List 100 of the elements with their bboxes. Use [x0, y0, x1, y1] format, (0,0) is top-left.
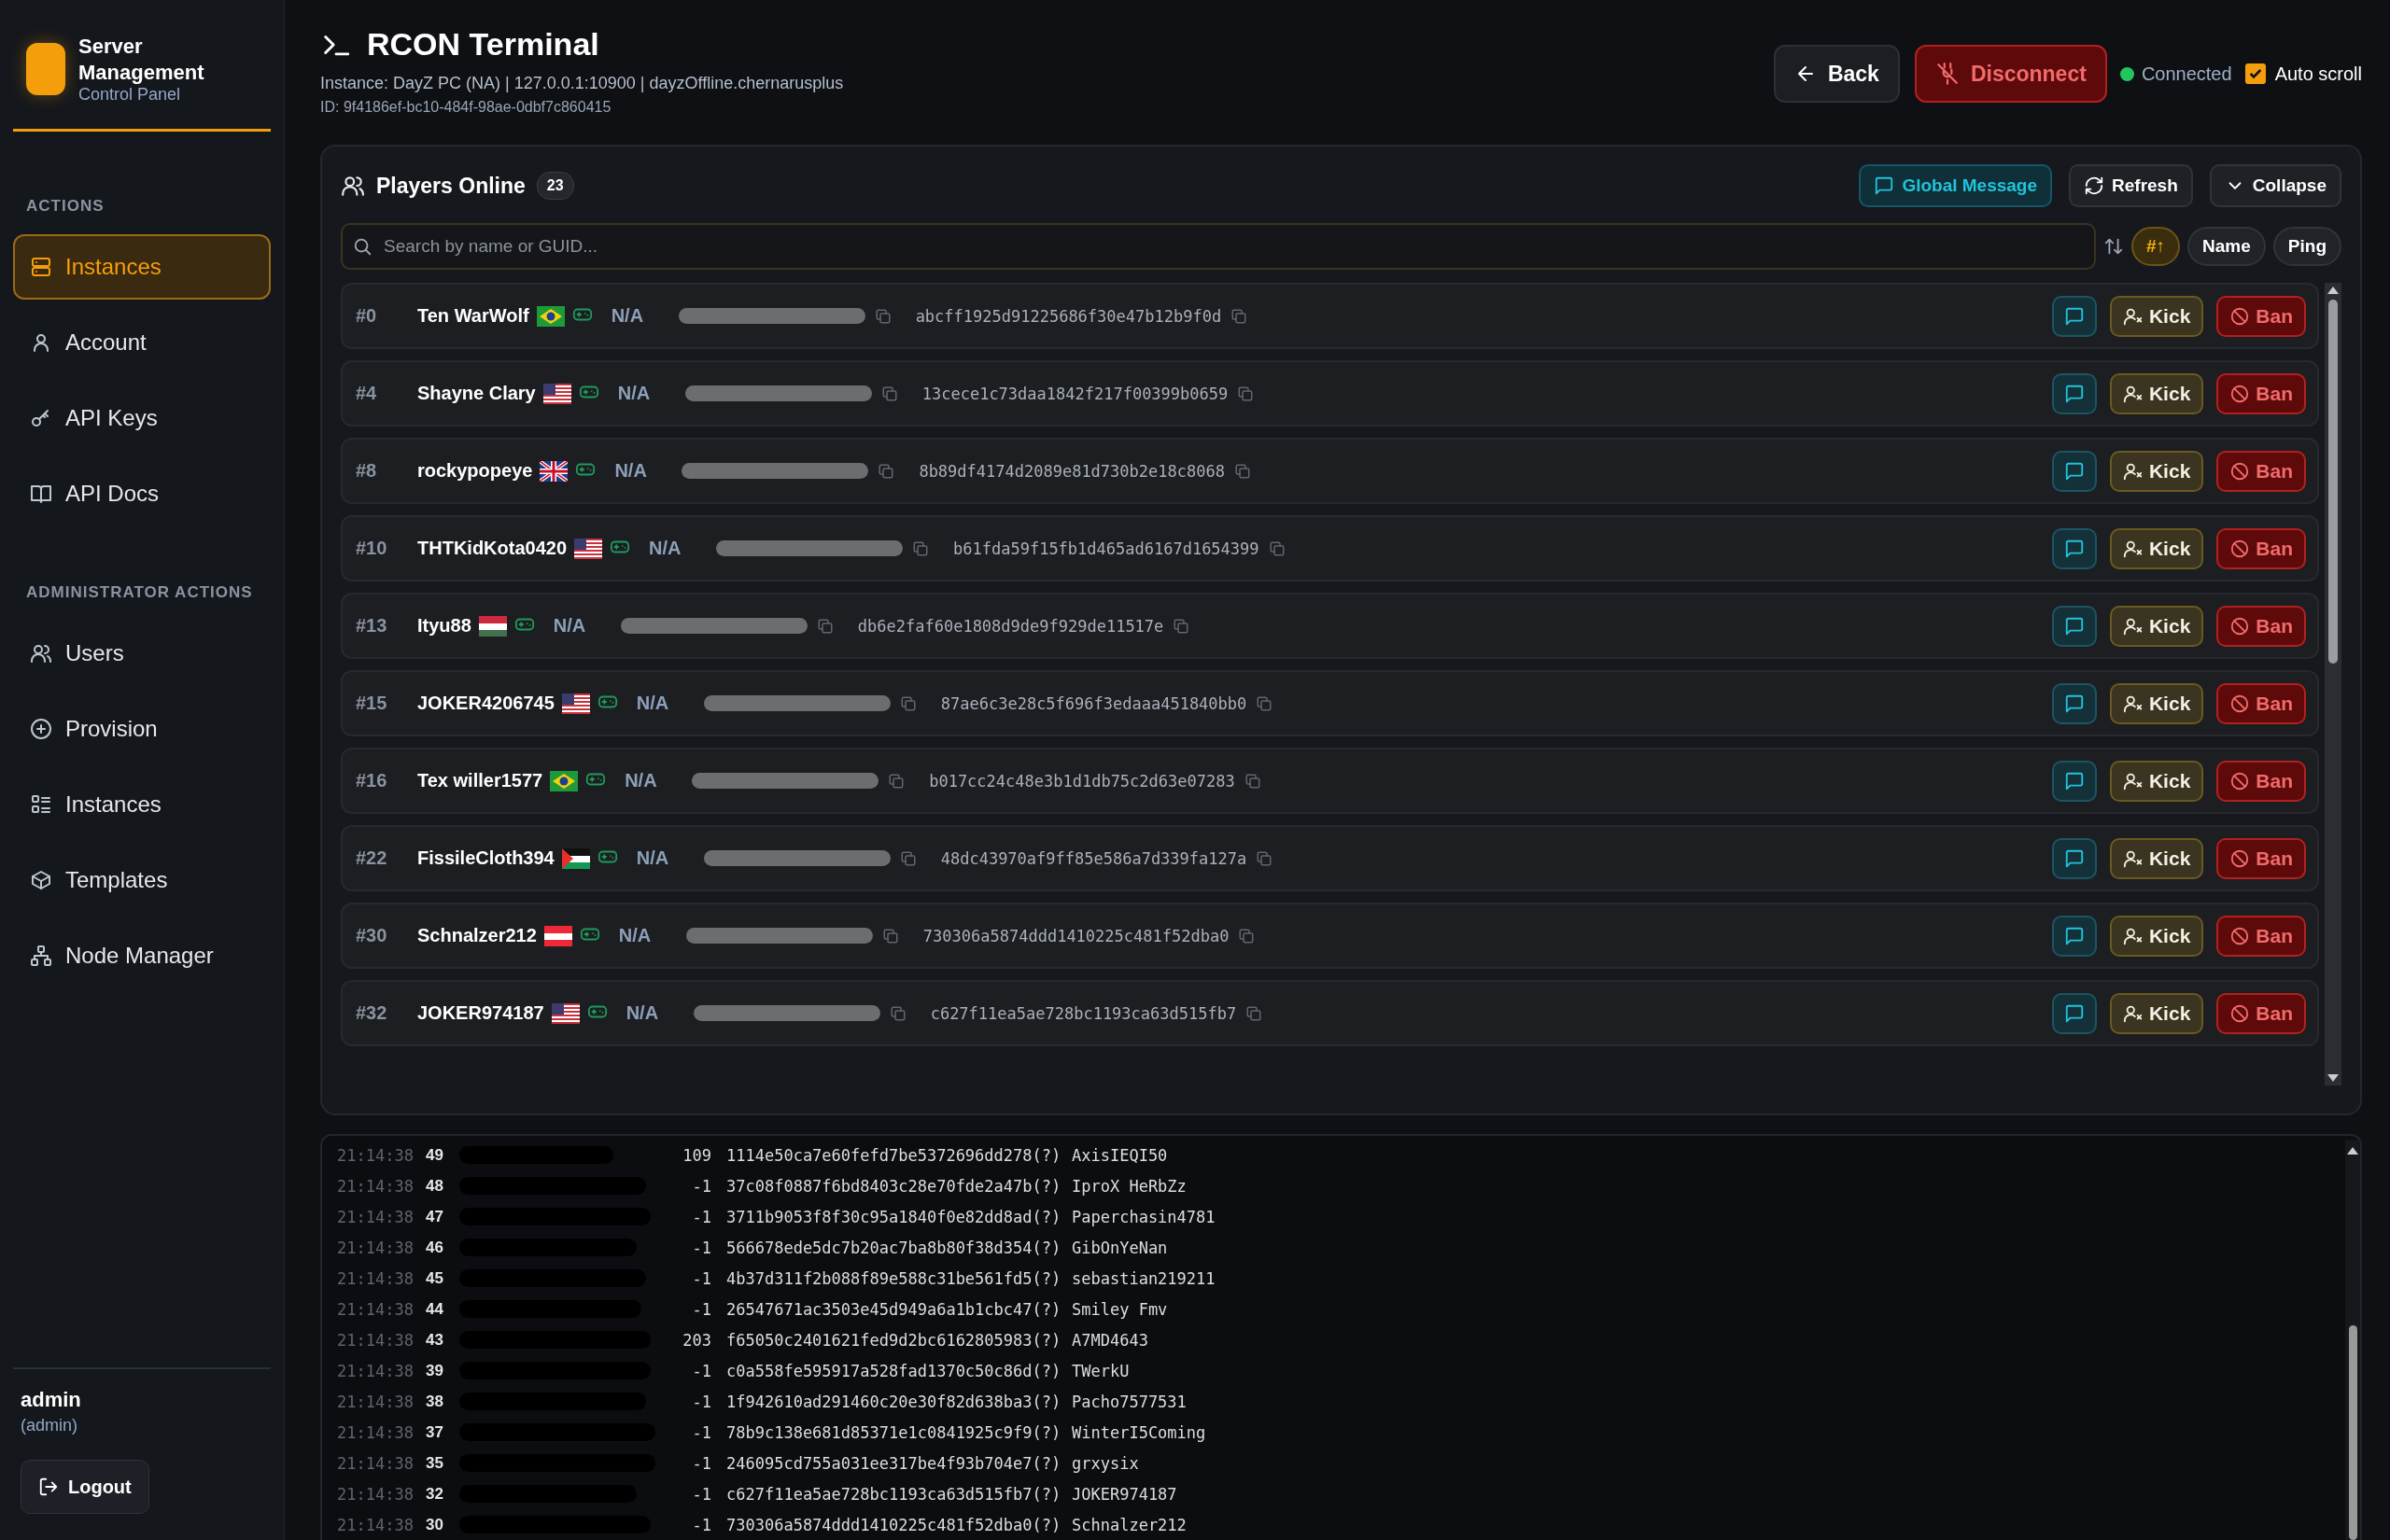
nav-item[interactable]: API Docs	[13, 461, 271, 526]
logout-button[interactable]: Logout	[21, 1460, 149, 1514]
flag-icon	[561, 847, 590, 869]
flag-icon	[561, 693, 590, 714]
player-ping: N/A	[649, 538, 682, 559]
list-icon	[30, 793, 52, 816]
auto-scroll-checkbox[interactable]	[2244, 63, 2266, 84]
log-player-name: Paperchasin4781	[1072, 1207, 1216, 1226]
copy-icon	[1238, 927, 1256, 945]
log-guid: c0a558fe595917a528fad1370c50c86d(?)	[726, 1361, 1062, 1380]
sort-icon	[2103, 236, 2124, 257]
nav-item[interactable]: Instances	[13, 234, 271, 300]
log-guid: 4b37d311f2b088f89e588c31be561fd5(?)	[726, 1268, 1062, 1288]
ban-button[interactable]: Ban	[2216, 837, 2306, 879]
ban-button[interactable]: Ban	[2216, 760, 2306, 802]
log-ping: 203	[682, 1330, 711, 1350]
log-index: 32	[426, 1484, 444, 1504]
player-ping: N/A	[636, 847, 670, 869]
log-player-name: IproX HeRbZz	[1072, 1176, 1187, 1196]
ban-button[interactable]: Ban	[2216, 605, 2306, 647]
message-button[interactable]	[2051, 915, 2097, 957]
message-icon	[2063, 538, 2085, 559]
ban-button[interactable]: Ban	[2216, 295, 2306, 337]
nav-item[interactable]: API Keys	[13, 385, 271, 451]
message-button[interactable]	[2051, 682, 2097, 724]
message-icon	[2063, 847, 2085, 869]
scrollbar[interactable]	[2345, 1140, 2360, 1540]
sort-button[interactable]: Ping	[2272, 227, 2341, 266]
log-player-name: AxisIEQI50	[1072, 1145, 1168, 1165]
ban-button[interactable]: Ban	[2216, 992, 2306, 1034]
message-button[interactable]	[2051, 605, 2097, 647]
message-icon	[1874, 175, 1895, 196]
log-time: 21:14:38	[337, 1453, 415, 1473]
refresh-button[interactable]: Refresh	[2069, 164, 2193, 207]
search-field[interactable]: Search by name or GUID...	[341, 223, 2096, 270]
nav-item[interactable]: Provision	[13, 696, 271, 762]
kick-button[interactable]: Kick	[2109, 837, 2204, 879]
ban-button[interactable]: Ban	[2216, 682, 2306, 724]
global-message-button[interactable]: Global Message	[1859, 164, 2053, 207]
player-id: #0	[356, 305, 378, 327]
ban-button[interactable]: Ban	[2216, 527, 2306, 569]
flag-icon	[574, 538, 603, 559]
player-ping: N/A	[611, 305, 645, 327]
log-player-name: WinterI5Coming	[1072, 1422, 1206, 1442]
ban-icon	[2229, 460, 2251, 482]
copy-icon	[874, 307, 892, 325]
message-icon	[2063, 925, 2085, 946]
nav-item[interactable]: Users	[13, 621, 271, 686]
player-guid: b017cc24c48e3b1d1db75c2d63e07283	[929, 771, 1235, 791]
sort-button[interactable]: #↑	[2131, 227, 2181, 266]
disconnect-button[interactable]: Disconnect	[1914, 45, 2107, 103]
kick-button[interactable]: Kick	[2109, 760, 2204, 802]
logout-icon	[38, 1477, 59, 1497]
user-name: admin	[21, 1388, 82, 1412]
message-button[interactable]	[2051, 450, 2097, 492]
nav-item[interactable]: Instances	[13, 772, 271, 837]
message-button[interactable]	[2051, 837, 2097, 879]
log-player-name: Pacho7577531	[1072, 1392, 1187, 1411]
player-ping: N/A	[553, 615, 587, 637]
ban-button[interactable]: Ban	[2216, 450, 2306, 492]
copy-icon	[1244, 772, 1261, 790]
back-button[interactable]: Back	[1773, 45, 1900, 103]
kick-button[interactable]: Kick	[2109, 450, 2204, 492]
kick-button[interactable]: Kick	[2109, 992, 2204, 1034]
kick-button[interactable]: Kick	[2109, 295, 2204, 337]
kick-button[interactable]: Kick	[2109, 527, 2204, 569]
kick-button[interactable]: Kick	[2109, 915, 2204, 957]
message-button[interactable]	[2051, 372, 2097, 414]
ban-button[interactable]: Ban	[2216, 372, 2306, 414]
player-count: 23	[536, 172, 574, 200]
message-button[interactable]	[2051, 295, 2097, 337]
scrollbar[interactable]	[2325, 283, 2341, 1085]
message-button[interactable]	[2051, 760, 2097, 802]
nav-item[interactable]: Account	[13, 310, 271, 375]
log-guid: 730306a5874ddd1410225c481f52dba0(?)	[726, 1515, 1062, 1534]
message-button[interactable]	[2051, 527, 2097, 569]
message-icon	[2063, 770, 2085, 791]
kick-button[interactable]: Kick	[2109, 682, 2204, 724]
player-ping: N/A	[618, 925, 653, 946]
player-ping: N/A	[636, 693, 670, 714]
log-ping: -1	[691, 1515, 711, 1534]
page-title: RCON Terminal	[367, 26, 599, 63]
instance-info: Instance: DayZ PC (NA) | 127.0.0.1:10900 | dayzOffline.chernarusplus	[320, 74, 844, 93]
flag-icon	[542, 383, 571, 404]
copy-icon	[878, 462, 895, 480]
kick-button[interactable]: Kick	[2109, 605, 2204, 647]
copy-icon	[1256, 694, 1273, 712]
player-name: rockypopeye	[417, 460, 533, 482]
sort-button[interactable]: Name	[2187, 227, 2266, 266]
player-guid: c627f11ea5ae728bc1193ca63d515fb7	[930, 1003, 1237, 1023]
instance-id: ID: 9f4186ef-bc10-484f-98ae-0dbf7c860415	[320, 99, 612, 116]
player-id: #15	[356, 693, 388, 714]
kick-button[interactable]: Kick	[2109, 372, 2204, 414]
log-ping: -1	[691, 1361, 711, 1380]
message-button[interactable]	[2051, 992, 2097, 1034]
nav-item[interactable]: Templates	[13, 847, 271, 913]
ban-button[interactable]: Ban	[2216, 915, 2306, 957]
nav-item[interactable]: Node Manager	[13, 923, 271, 988]
check-icon	[2247, 66, 2263, 81]
collapse-button[interactable]: Collapse	[2209, 164, 2341, 207]
